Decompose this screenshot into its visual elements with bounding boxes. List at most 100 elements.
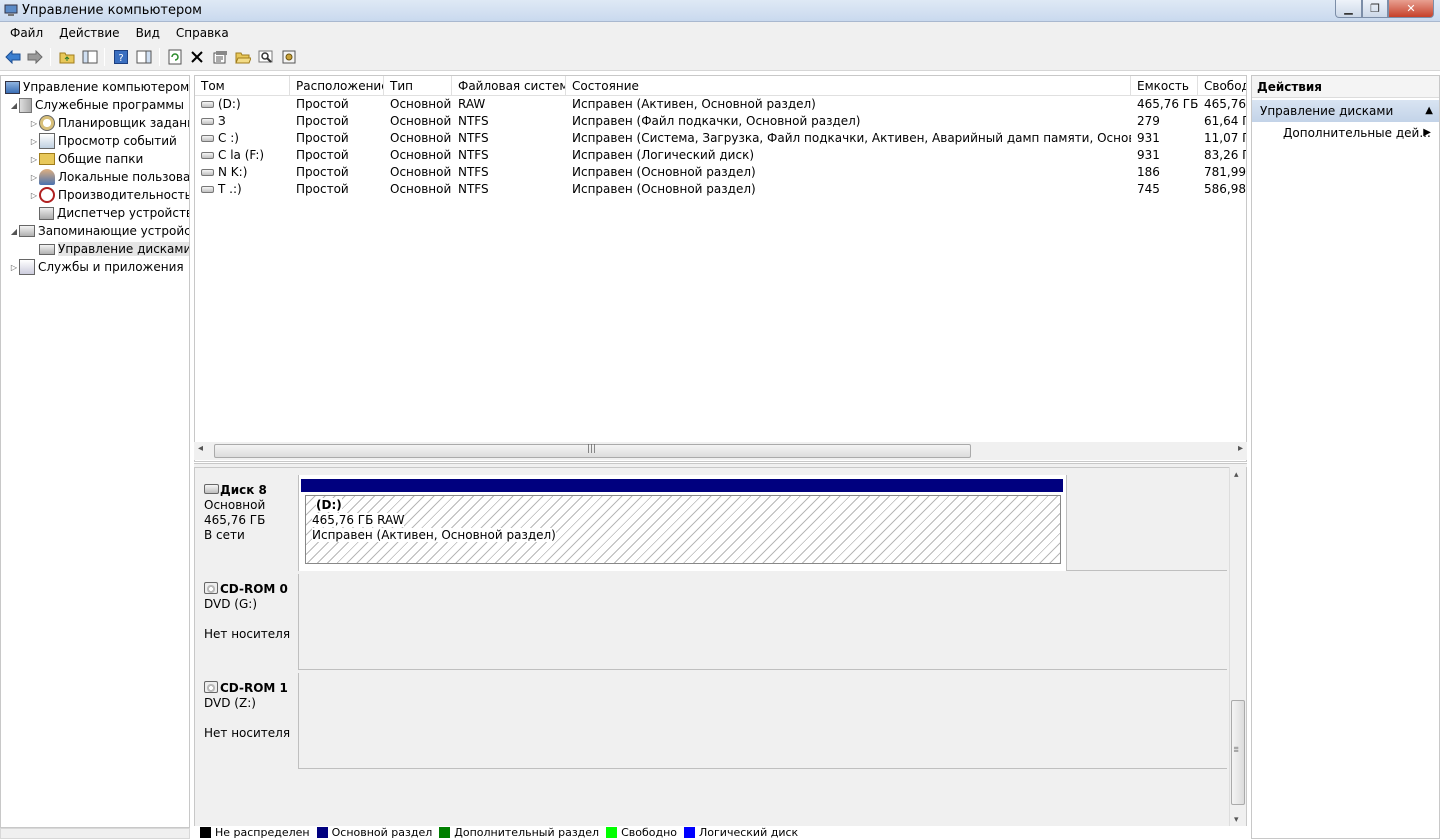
show-hide-action-pane-button[interactable] xyxy=(135,48,153,66)
partition-d[interactable]: (D:) 465,76 ГБ RAW Исправен (Активен, Ос… xyxy=(305,495,1061,564)
scroll-left-icon[interactable]: ◂ xyxy=(198,443,203,454)
scroll-down-icon[interactable]: ▾ xyxy=(1234,815,1239,825)
console-tree: Управление компьютером (л ◢ Служебные пр… xyxy=(0,75,190,828)
event-viewer-icon xyxy=(39,133,55,149)
scroll-thumb[interactable]: ═ ═ xyxy=(1231,700,1245,805)
actions-section-disk-management[interactable]: Управление дисками ▲ xyxy=(1252,100,1439,122)
scroll-right-icon[interactable]: ▸ xyxy=(1238,443,1243,454)
tree-item-device-manager[interactable]: Диспетчер устройств xyxy=(39,204,189,222)
show-hide-tree-button[interactable] xyxy=(81,48,99,66)
table-row[interactable]: Т .:) Простой Основной NTFS Исправен (Ос… xyxy=(195,181,1246,198)
volume-list-horizontal-scrollbar[interactable]: ◂ ||| ▸ xyxy=(194,442,1247,460)
expand-right-icon: ▷ xyxy=(10,262,18,272)
collapse-up-icon[interactable]: ▲ xyxy=(1425,100,1433,122)
tree-item-event-viewer[interactable]: ▷ Просмотр событий xyxy=(29,132,177,150)
more-actions-label: Дополнительные дей... xyxy=(1283,126,1431,140)
disk-row[interactable]: CD-ROM 0 DVD (G:) Нет носителя xyxy=(195,574,1227,670)
filesystem-cell: NTFS xyxy=(458,131,489,145)
properties-button[interactable] xyxy=(211,48,229,66)
volume-name-cell: З xyxy=(195,113,290,130)
layout-cell: Простой xyxy=(296,131,349,145)
tree-item-performance[interactable]: ▷ Производительность xyxy=(29,186,189,204)
disk-name: CD-ROM 1 xyxy=(220,681,288,695)
menu-action[interactable]: Действие xyxy=(51,26,127,40)
tools-icon xyxy=(19,97,32,113)
tree-horizontal-scrollbar[interactable] xyxy=(0,828,190,839)
menu-file[interactable]: Файл xyxy=(2,26,51,40)
column-header-layout[interactable]: Расположение xyxy=(290,76,384,96)
expand-right-icon: ▷ xyxy=(30,172,38,182)
legend-swatch-primary xyxy=(316,827,328,838)
column-header-filesystem[interactable]: Файловая система xyxy=(452,76,566,96)
minimize-icon: ▁ xyxy=(1344,2,1353,15)
actions-title: Действия xyxy=(1252,76,1439,98)
filesystem-cell: NTFS xyxy=(458,114,489,128)
cd-rom-icon xyxy=(204,582,218,594)
minimize-button[interactable]: ▁ xyxy=(1335,0,1362,18)
disk-properties-button[interactable] xyxy=(280,48,298,66)
column-header-free[interactable]: Свобод xyxy=(1198,76,1246,96)
volume-list: Том Расположение Тип Файловая система Со… xyxy=(194,75,1247,462)
column-header-type[interactable]: Тип xyxy=(384,76,452,96)
column-header-capacity[interactable]: Емкость xyxy=(1131,76,1198,96)
tree-item-label: Общие папки xyxy=(58,152,144,166)
column-header-status[interactable]: Состояние xyxy=(566,76,1131,96)
capacity-cell: 931 xyxy=(1137,148,1160,162)
free-cell: 61,64 Г xyxy=(1204,114,1247,128)
delete-button[interactable] xyxy=(188,48,206,66)
tree-root[interactable]: Управление компьютером (л xyxy=(5,78,189,96)
table-row[interactable]: N K:) Простой Основной NTFS Исправен (Ос… xyxy=(195,164,1246,181)
legend-label: Свободно xyxy=(621,826,678,839)
refresh-button[interactable] xyxy=(166,48,184,66)
clock-icon xyxy=(39,115,55,131)
volume-name: С :) xyxy=(218,131,239,145)
close-button[interactable]: ✕ xyxy=(1388,0,1434,18)
disk-name: CD-ROM 0 xyxy=(220,582,288,596)
disk-row[interactable]: Диск 8 Основной 465,76 ГБ В сети (D:) 46… xyxy=(195,475,1227,571)
tree-item-task-scheduler[interactable]: ▷ Планировщик заданий xyxy=(29,114,189,132)
scroll-thumb[interactable]: ||| xyxy=(214,444,971,458)
table-row[interactable]: З Простой Основной NTFS Исправен (Файл п… xyxy=(195,113,1247,130)
column-header-volume[interactable]: Том xyxy=(195,76,290,96)
tree-item-label: Локальные пользовате xyxy=(58,170,190,184)
partition-size: 465,76 ГБ RAW xyxy=(312,513,405,527)
tree-item-storage[interactable]: ◢ Запоминающие устройст xyxy=(9,222,189,240)
menu-help[interactable]: Справка xyxy=(168,26,237,40)
free-cell: 781,99 xyxy=(1204,165,1246,179)
table-row[interactable]: С :) Простой Основной NTFS Исправен (Сис… xyxy=(195,130,1246,147)
table-row[interactable]: С la (F:) Простой Основной NTFS Исправен… xyxy=(195,147,1246,164)
search-button[interactable] xyxy=(257,48,275,66)
menu-view[interactable]: Вид xyxy=(128,26,168,40)
storage-icon xyxy=(19,225,35,237)
tree-item-disk-management[interactable]: Управление дисками xyxy=(39,240,189,258)
free-cell: 586,98 xyxy=(1204,182,1246,196)
expand-right-icon: ▷ xyxy=(30,190,38,200)
disk-view-vertical-scrollbar[interactable]: ▴ ═ ═ ▾ xyxy=(1229,467,1246,828)
disk-row[interactable]: CD-ROM 1 DVD (Z:) Нет носителя xyxy=(195,673,1227,769)
scroll-up-icon[interactable]: ▴ xyxy=(1234,470,1239,480)
tree-item-services-apps[interactable]: ▷ Службы и приложения xyxy=(9,258,184,276)
open-folder-button[interactable] xyxy=(234,48,252,66)
more-actions-item[interactable]: Дополнительные дей... ▶ xyxy=(1252,122,1439,144)
help-button[interactable]: ? xyxy=(112,48,130,66)
disk-label[interactable]: Диск 8 Основной 465,76 ГБ В сети xyxy=(195,475,299,571)
disk-management-icon xyxy=(39,243,55,255)
capacity-cell: 279 xyxy=(1137,114,1160,128)
table-row[interactable]: (D:) Простой Основной RAW Исправен (Акти… xyxy=(195,96,1246,113)
type-cell: Основной xyxy=(390,114,452,128)
tree-item-local-users[interactable]: ▷ Локальные пользовате xyxy=(29,168,190,186)
tree-item-shared-folders[interactable]: ▷ Общие папки xyxy=(29,150,143,168)
volume-name: N K:) xyxy=(218,165,248,179)
volume-name: С la (F:) xyxy=(218,148,265,162)
tree-item-system-tools[interactable]: ◢ Служебные программы xyxy=(9,96,184,114)
up-level-button[interactable] xyxy=(58,48,76,66)
maximize-button[interactable]: ❐ xyxy=(1362,0,1388,18)
legend-label: Дополнительный раздел xyxy=(454,826,600,839)
volume-icon xyxy=(201,152,214,159)
forward-button[interactable] xyxy=(26,48,44,66)
disk-label[interactable]: CD-ROM 1 DVD (Z:) Нет носителя xyxy=(195,673,299,769)
back-button[interactable] xyxy=(4,48,22,66)
disk-label[interactable]: CD-ROM 0 DVD (G:) Нет носителя xyxy=(195,574,299,670)
volume-name: З xyxy=(218,114,226,128)
